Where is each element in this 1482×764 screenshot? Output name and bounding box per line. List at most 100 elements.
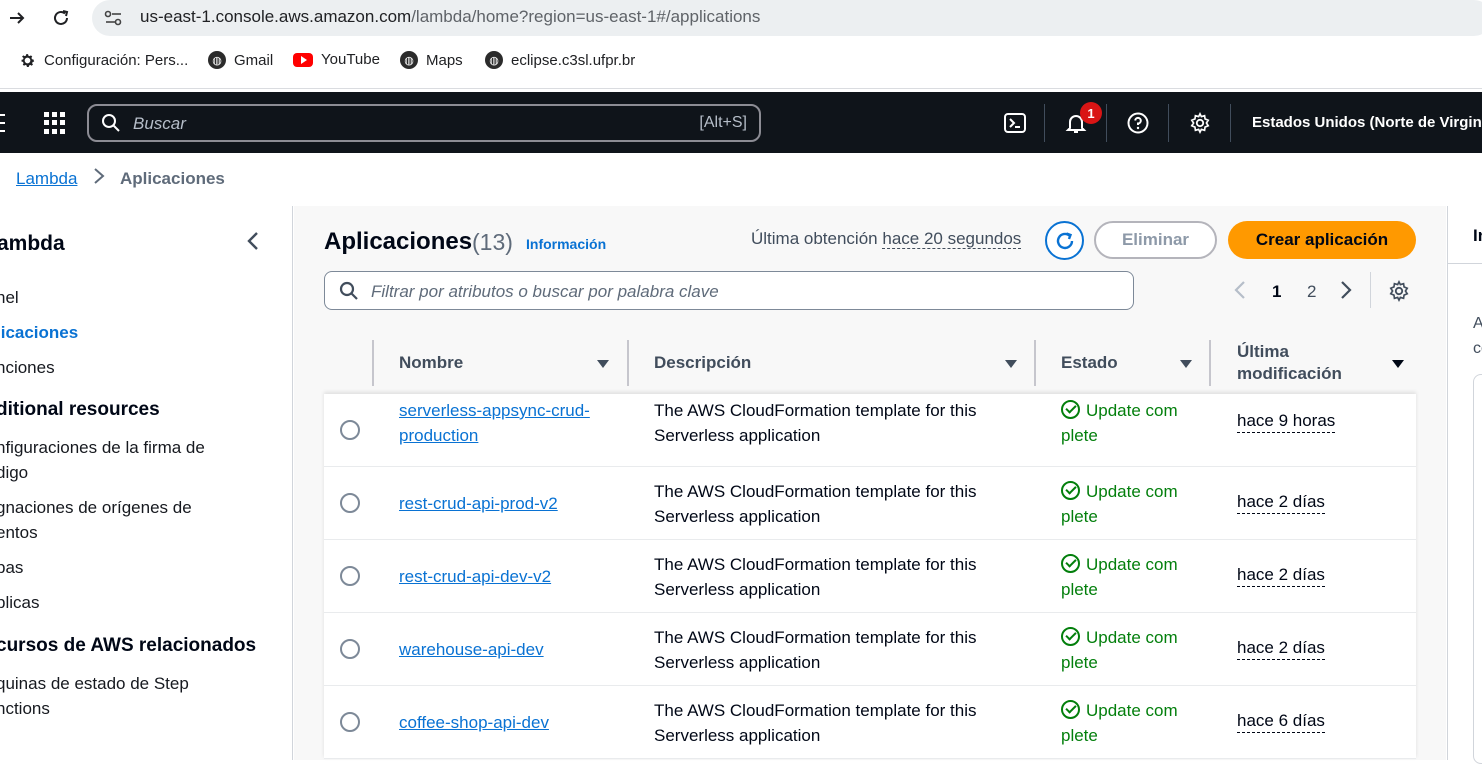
sidebar-item-layers[interactable]: pas xyxy=(0,555,23,580)
application-link[interactable]: coffee-shop-api-dev xyxy=(399,710,619,735)
sidebar-item-event-source-mappings[interactable]: gnaciones de orígenes de xyxy=(0,495,192,520)
column-header-status[interactable]: Estado xyxy=(1061,332,1118,394)
delete-button[interactable]: Eliminar xyxy=(1094,221,1217,259)
table-row: warehouse-api-dev The AWS CloudFormation… xyxy=(324,613,1416,686)
application-name: production xyxy=(399,426,479,445)
notification-badge: 1 xyxy=(1080,102,1102,124)
status-badge: Update com plete xyxy=(1061,698,1196,748)
chevron-right-icon xyxy=(92,167,106,190)
aws-search-input[interactable]: Buscar [Alt+S] xyxy=(87,104,761,142)
row-select-radio[interactable] xyxy=(340,639,360,659)
sidebar-item-funciones[interactable]: nciones xyxy=(0,355,55,380)
application-link[interactable]: rest-crud-api-prod-v2 xyxy=(399,491,619,516)
right-panel-divider xyxy=(1448,263,1482,264)
collapse-sidebar-icon[interactable] xyxy=(246,230,260,258)
cloudshell-icon[interactable] xyxy=(1002,110,1028,136)
right-panel-heading: In xyxy=(1473,226,1482,245)
bookmark-gmail[interactable]: ◍ Gmail xyxy=(208,51,273,69)
check-circle-icon xyxy=(1061,627,1080,646)
youtube-icon xyxy=(293,52,313,67)
bookmark-configuracion[interactable]: Configuración: Pers... xyxy=(18,51,188,69)
bookmark-label: YouTube xyxy=(321,51,380,68)
menu-edge-icon[interactable] xyxy=(0,112,6,140)
last-fetch-label: Última obtención xyxy=(751,229,878,248)
row-select-radio[interactable] xyxy=(340,420,360,440)
chevron-right-icon[interactable] xyxy=(1340,280,1352,306)
sort-active-icon[interactable] xyxy=(1392,360,1404,368)
column-header-description[interactable]: Descripción xyxy=(654,332,751,394)
sidebar-item-event-source-mappings-cont[interactable]: entos xyxy=(0,520,38,545)
forward-arrow-icon[interactable] xyxy=(4,5,30,31)
region-selector[interactable]: Estados Unidos (Norte de Virginia xyxy=(1252,114,1482,131)
status-text: Update com xyxy=(1086,628,1178,647)
column-divider xyxy=(627,340,629,386)
breadcrumb-lambda-link[interactable]: Lambda xyxy=(16,169,77,189)
last-modified: hace 2 días xyxy=(1237,564,1325,587)
application-name: coffee-shop-api-dev xyxy=(399,713,549,732)
check-circle-icon xyxy=(1061,700,1080,719)
page-1-button[interactable]: 1 xyxy=(1272,282,1281,302)
sort-down-icon[interactable] xyxy=(597,360,609,368)
application-link[interactable]: warehouse-api-dev xyxy=(399,637,619,662)
sidebar-item-panel[interactable]: nel xyxy=(0,285,19,310)
table-settings-gear-icon[interactable] xyxy=(1388,279,1410,303)
sidebar-section-related: cursos de AWS relacionados xyxy=(0,635,257,656)
bookmark-youtube[interactable]: YouTube xyxy=(293,51,380,68)
status-text: plete xyxy=(1061,726,1098,745)
application-description: The AWS CloudFormation template for this… xyxy=(654,398,1024,448)
table-row: serverless-appsync-crud-production The A… xyxy=(324,394,1416,467)
application-link[interactable]: rest-crud-api-dev-v2 xyxy=(399,564,619,589)
settings-gear-icon[interactable] xyxy=(1187,110,1213,136)
sidebar-item-aplicaciones[interactable]: licaciones xyxy=(0,320,78,345)
sidebar-item-code-signing[interactable]: nfiguraciones de la firma de xyxy=(0,435,205,460)
refresh-button[interactable] xyxy=(1045,221,1084,260)
description-text: Serverless application xyxy=(654,426,821,445)
row-select-radio[interactable] xyxy=(340,493,360,513)
status-text: plete xyxy=(1061,507,1098,526)
sort-down-icon[interactable] xyxy=(1180,360,1192,368)
globe-icon: ◍ xyxy=(208,51,226,69)
reload-icon[interactable] xyxy=(48,5,74,31)
apps-grid-icon[interactable] xyxy=(44,112,66,134)
last-modified: hace 2 días xyxy=(1237,637,1325,660)
column-header-modified-line: Última xyxy=(1237,342,1289,361)
sidebar-item-step-functions-cont[interactable]: nctions xyxy=(0,696,50,721)
row-select-radio[interactable] xyxy=(340,566,360,586)
filter-input[interactable]: Filtrar por atributos o buscar por palab… xyxy=(324,271,1134,310)
bookmark-label: Maps xyxy=(426,51,463,69)
column-divider xyxy=(1209,340,1211,386)
sidebar-item-step-functions[interactable]: quinas de estado de Step xyxy=(0,671,189,696)
url-host: us-east-1.console.aws.amazon.com xyxy=(140,7,412,26)
status-text: plete xyxy=(1061,426,1098,445)
last-fetch-time: hace 20 segundos xyxy=(882,229,1022,249)
info-link[interactable]: Información xyxy=(526,236,606,252)
sidebar: ambda nel licaciones nciones ditional re… xyxy=(0,206,293,760)
sidebar-item-code-signing-cont[interactable]: digo xyxy=(0,460,28,485)
page-2-button[interactable]: 2 xyxy=(1307,282,1316,302)
application-description: The AWS CloudFormation template for this… xyxy=(654,479,1024,529)
column-divider xyxy=(372,340,374,386)
description-text: The AWS CloudFormation template for this xyxy=(654,701,977,720)
breadcrumb-current: Aplicaciones xyxy=(120,169,225,188)
column-header-modified[interactable]: Última modificación xyxy=(1237,332,1342,394)
url-text[interactable]: us-east-1.console.aws.amazon.com/lambda/… xyxy=(140,7,760,27)
chevron-left-icon[interactable] xyxy=(1234,280,1246,306)
row-select-radio[interactable] xyxy=(340,712,360,732)
column-header-name[interactable]: Nombre xyxy=(399,332,463,394)
last-fetch: Última obtención hace 20 segundos xyxy=(751,229,1022,249)
application-link[interactable]: serverless-appsync-crud-production xyxy=(399,398,619,448)
sort-down-icon[interactable] xyxy=(1005,360,1017,368)
help-icon[interactable] xyxy=(1125,110,1151,136)
breadcrumb: Lambda Aplicaciones xyxy=(0,153,1482,206)
bookmark-maps[interactable]: ◍ Maps xyxy=(400,51,463,69)
table-row: rest-crud-api-dev-v2 The AWS CloudFormat… xyxy=(324,540,1416,613)
create-application-button[interactable]: Crear aplicación xyxy=(1228,221,1416,259)
url-path: /lambda/home?region=us-east-1#/applicati… xyxy=(411,7,761,26)
toolbar-divider xyxy=(1106,104,1107,142)
right-info-panel: In Aco xyxy=(1447,206,1482,764)
bookmark-eclipse[interactable]: ◍ eclipse.c3sl.ufpr.br xyxy=(485,51,635,69)
site-settings-icon[interactable] xyxy=(103,8,125,28)
sidebar-item-replicas[interactable]: plicas xyxy=(0,590,39,615)
description-text: Serverless application xyxy=(654,726,821,745)
search-shortcut: [Alt+S] xyxy=(699,114,747,131)
